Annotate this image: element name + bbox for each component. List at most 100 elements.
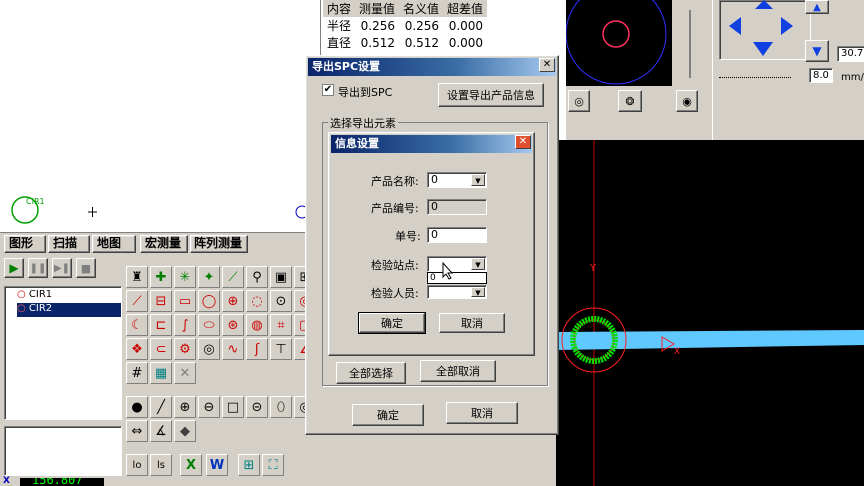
dot-construct-icon[interactable]: ● bbox=[126, 396, 148, 418]
jog-left-button[interactable] bbox=[729, 17, 741, 35]
dropdown-option[interactable]: 0 bbox=[430, 273, 436, 283]
select-all-button[interactable]: 全部选择 bbox=[336, 362, 406, 384]
slot-tool-icon[interactable]: ⊏ bbox=[150, 314, 172, 336]
wave-tool-icon[interactable]: ∿ bbox=[222, 338, 244, 360]
oval-tool-icon[interactable]: ⬭ bbox=[198, 314, 220, 336]
deselect-all-button[interactable]: 全部取消 bbox=[420, 360, 496, 382]
circle-construct-icon[interactable]: ⊕ bbox=[174, 396, 196, 418]
chevron-down-icon[interactable]: ▼ bbox=[471, 287, 485, 297]
order-input[interactable]: 0 bbox=[427, 227, 487, 243]
slot-construct-icon[interactable]: ⊝ bbox=[246, 396, 268, 418]
table-row[interactable]: 半径 0.256 0.256 0.000 bbox=[323, 17, 487, 34]
auto-point-tool-icon[interactable]: ✳ bbox=[174, 266, 196, 288]
element-list[interactable]: ○ CIR1 ○ CIR2 bbox=[4, 286, 122, 420]
grid-tool-icon[interactable]: # bbox=[126, 362, 148, 384]
station-dropdown[interactable]: ▼ bbox=[427, 256, 487, 272]
close-icon: ✕ bbox=[518, 136, 528, 147]
table-row[interactable]: 直径 0.512 0.512 0.000 bbox=[323, 34, 487, 51]
pause-button[interactable]: ❚❚ bbox=[28, 258, 48, 278]
z-down-button[interactable]: ▼ bbox=[805, 40, 829, 62]
image-tool-icon[interactable]: ▣ bbox=[270, 266, 292, 288]
col-header: 名义值 bbox=[403, 2, 440, 16]
double-circle-icon[interactable]: ◎ bbox=[198, 338, 220, 360]
list-item[interactable]: ○ CIR1 bbox=[17, 289, 117, 303]
camera-view[interactable]: Y X bbox=[556, 140, 864, 486]
rect-tool-icon[interactable]: ▭ bbox=[174, 290, 196, 312]
tab-array[interactable]: 阵列测量 bbox=[190, 235, 248, 253]
rect-construct-icon[interactable]: □ bbox=[222, 396, 244, 418]
spc-dialog-titlebar[interactable]: 导出SPC设置 bbox=[308, 58, 556, 76]
ring-light-button[interactable]: ◎ bbox=[568, 90, 590, 112]
jog-right-button[interactable] bbox=[781, 17, 793, 35]
gear-circle-icon[interactable]: ⚙ bbox=[174, 338, 196, 360]
excel-icon[interactable]: X bbox=[180, 454, 202, 476]
arc-tool-icon[interactable]: ◌ bbox=[246, 290, 268, 312]
chevron-down-icon[interactable]: ▼ bbox=[471, 258, 485, 270]
zoom-tool-icon[interactable]: ⚲ bbox=[246, 266, 268, 288]
jog-down-button[interactable] bbox=[753, 42, 773, 56]
plane-icon[interactable]: ◆ bbox=[174, 420, 196, 442]
set-product-info-button[interactable]: 设置导出产品信息 bbox=[438, 83, 544, 107]
distance-icon[interactable]: ⇔ bbox=[126, 420, 148, 442]
export-spc-checkbox[interactable]: ✔ bbox=[322, 84, 334, 96]
tab-scan[interactable]: 扫描 bbox=[48, 235, 90, 253]
width-tool-icon[interactable]: ⊟ bbox=[150, 290, 172, 312]
line-tool-icon[interactable]: ⟋ bbox=[126, 290, 148, 312]
angle-construct-icon[interactable]: ∡ bbox=[150, 420, 172, 442]
info-cancel-button[interactable]: 取消 bbox=[439, 313, 505, 333]
ellipse-construct-icon[interactable]: ⬯ bbox=[270, 396, 292, 418]
notes-box[interactable] bbox=[4, 426, 122, 476]
station-dropdown-list[interactable]: 0 bbox=[427, 272, 487, 284]
spline-tool-icon[interactable]: ʃ bbox=[246, 338, 268, 360]
target-tool-icon[interactable]: ⊛ bbox=[222, 314, 244, 336]
speed-value-field[interactable]: 8.0 bbox=[809, 68, 833, 83]
add-frame-icon[interactable]: ⊞ bbox=[238, 454, 260, 476]
tab-graphics[interactable]: 图形 bbox=[4, 235, 46, 253]
zoom-value-field[interactable]: 30.7 bbox=[837, 46, 864, 62]
edge-tool-icon[interactable]: ⟋ bbox=[222, 266, 244, 288]
segment-light-button[interactable]: ❂ bbox=[618, 90, 642, 112]
inspector-dropdown[interactable]: ▼ bbox=[427, 285, 487, 299]
calculator-icon[interactable]: ▦ bbox=[150, 362, 172, 384]
curve-tool-icon[interactable]: ∫ bbox=[174, 314, 196, 336]
product-name-dropdown[interactable]: 0 ▼ bbox=[427, 172, 487, 188]
tab-macro[interactable]: 宏测量 bbox=[140, 235, 188, 253]
preview-slider[interactable] bbox=[680, 0, 700, 84]
spc-cancel-button[interactable]: 取消 bbox=[446, 402, 518, 424]
jog-up-button[interactable] bbox=[755, 0, 773, 9]
ring-tool-icon[interactable]: ◍ bbox=[246, 314, 268, 336]
z-up-button[interactable]: ▲ bbox=[805, 0, 829, 14]
spc-close-button[interactable]: ✕ bbox=[539, 58, 555, 72]
coaxial-light-button[interactable]: ◉ bbox=[676, 90, 698, 112]
word-icon[interactable]: W bbox=[206, 454, 228, 476]
multi-circle-icon[interactable]: ❖ bbox=[126, 338, 148, 360]
spc-ok-button[interactable]: 确定 bbox=[352, 404, 424, 426]
slot-circle-icon[interactable]: ⊂ bbox=[150, 338, 172, 360]
point-tool-icon[interactable]: ✚ bbox=[150, 266, 172, 288]
probe-tool-icon[interactable]: ♜ bbox=[126, 266, 148, 288]
center-tool-icon[interactable]: ⊙ bbox=[270, 290, 292, 312]
arc-left-icon[interactable]: ☾ bbox=[126, 314, 148, 336]
info-dialog-titlebar[interactable]: 信息设置 bbox=[331, 135, 532, 153]
speed-ruler[interactable] bbox=[719, 72, 791, 78]
stop-button[interactable]: ■ bbox=[76, 258, 96, 278]
crosshair-circle-icon[interactable]: ⊕ bbox=[222, 290, 244, 312]
magic-tool-icon[interactable]: ✦ bbox=[198, 266, 220, 288]
list-item-selected[interactable]: ○ CIR2 bbox=[17, 303, 121, 317]
arc-construct-icon[interactable]: ⊖ bbox=[198, 396, 220, 418]
chevron-down-icon[interactable]: ▼ bbox=[471, 174, 485, 186]
script-tool-icon[interactable]: ls bbox=[150, 454, 172, 476]
align-icon[interactable]: ⛶ bbox=[262, 454, 284, 476]
play-button[interactable]: ▶ bbox=[4, 258, 24, 278]
height-tool-icon[interactable]: ⊤ bbox=[270, 338, 292, 360]
info-ok-button[interactable]: 确定 bbox=[358, 312, 426, 334]
tab-map[interactable]: 地图 bbox=[92, 235, 136, 253]
info-close-button[interactable]: ✕ bbox=[515, 135, 531, 149]
text-tool-icon[interactable]: lo bbox=[126, 454, 148, 476]
line-construct-icon[interactable]: ╱ bbox=[150, 396, 172, 418]
delete-icon[interactable]: ✕ bbox=[174, 362, 196, 384]
frame-tool-icon[interactable]: ⌗ bbox=[270, 314, 292, 336]
step-button[interactable]: ▶❚ bbox=[52, 258, 72, 278]
circle-tool-icon[interactable]: ◯ bbox=[198, 290, 220, 312]
target-icon: ◎ bbox=[574, 94, 584, 108]
